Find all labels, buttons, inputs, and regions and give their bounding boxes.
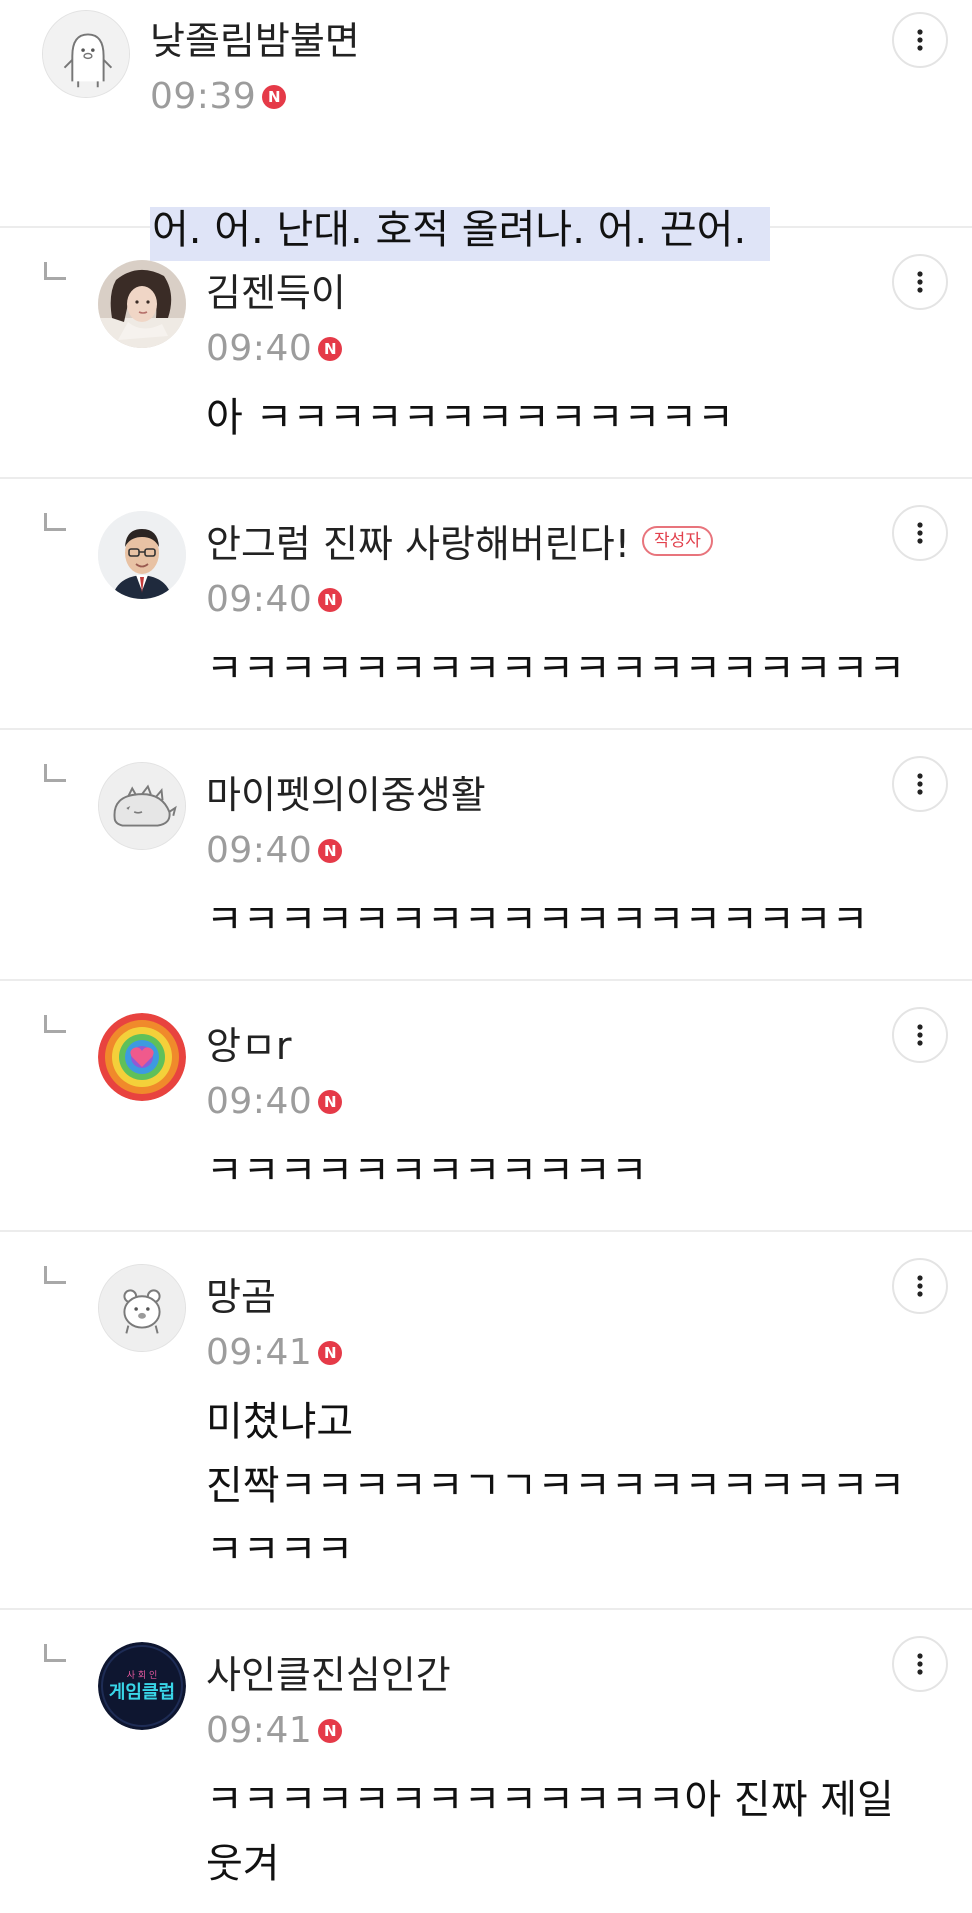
woman-photo-avatar[interactable] (98, 260, 186, 348)
comment-body: ㅋㅋㅋㅋㅋㅋㅋㅋㅋㅋㅋㅋㅋㅋㅋㅋㅋㅋㅋ (206, 646, 906, 692)
author-name[interactable]: 사인클진심인간 (206, 1652, 451, 1698)
timestamp: 09:41 (206, 1710, 313, 1751)
vertical-dots-icon (917, 522, 923, 544)
author-badge: 작성자 (641, 526, 713, 556)
vertical-dots-icon (917, 1653, 923, 1675)
penguin-doodle-icon[interactable] (42, 10, 130, 98)
more-options-button[interactable] (892, 1636, 948, 1692)
reply-arrow-icon (44, 1266, 66, 1284)
reply-comment: 사 회 인 게임클럽 사인클진심인간 09:41 N ㅋㅋㅋㅋㅋㅋㅋㅋㅋㅋㅋㅋㅋ… (0, 1610, 972, 1913)
vertical-dots-icon (917, 1275, 923, 1297)
timestamp: 09:41 (206, 1332, 313, 1373)
comment-body: ㅋㅋㅋㅋㅋㅋㅋㅋㅋㅋㅋㅋ (206, 1148, 648, 1194)
new-badge: N (318, 1341, 343, 1365)
comment-list: 낮졸림밤불면 09:39 N 어. 어. 난대. 호적 올려나. 어. 끈어. (0, 0, 972, 1913)
timestamp: 09:40 (206, 1081, 313, 1122)
reply-arrow-icon (44, 262, 66, 280)
vertical-dots-icon (917, 773, 923, 795)
comment: 낮졸림밤불면 09:39 N 어. 어. 난대. 호적 올려나. 어. 끈어. (0, 0, 972, 261)
rainbow-heart-icon[interactable] (98, 1013, 186, 1101)
reply-arrow-icon (44, 1015, 66, 1033)
more-options-button[interactable] (892, 12, 948, 68)
new-badge: N (262, 85, 287, 109)
author-name[interactable]: 망곰 (206, 1274, 276, 1320)
reply-arrow-icon (44, 513, 66, 531)
more-options-button[interactable] (892, 1007, 948, 1063)
vertical-dots-icon (917, 29, 923, 51)
timestamp: 09:40 (206, 579, 313, 620)
new-badge: N (318, 588, 343, 612)
comment-body: ㅋㅋㅋㅋㅋㅋㅋㅋㅋㅋㅋㅋㅋㅋㅋㅋㅋㅋ (206, 897, 869, 943)
svg-text:게임클럽: 게임클럽 (109, 1682, 175, 1703)
bear-doodle-icon[interactable] (98, 1264, 186, 1352)
new-badge: N (318, 1719, 343, 1743)
man-glasses-photo-avatar[interactable] (98, 511, 186, 599)
vertical-dots-icon (917, 271, 923, 293)
new-badge: N (318, 839, 343, 863)
more-options-button[interactable] (892, 1258, 948, 1314)
reply-comment: 김젠득이 09:40 N 아 ㅋㅋㅋㅋㅋㅋㅋㅋㅋㅋㅋㅋㅋ (0, 228, 972, 479)
reply-comment: 마이펫의이중생활 09:40 N ㅋㅋㅋㅋㅋㅋㅋㅋㅋㅋㅋㅋㅋㅋㅋㅋㅋㅋ (0, 730, 972, 981)
timestamp: 09:39 (150, 76, 257, 117)
author-name[interactable]: 마이펫의이중생활 (206, 772, 486, 818)
reply-arrow-icon (44, 764, 66, 782)
author-name[interactable]: 안그럼 진짜 사랑해버린다! (206, 521, 630, 567)
timestamp: 09:40 (206, 830, 313, 871)
reply-arrow-icon (44, 1644, 66, 1662)
author-name[interactable]: 낮졸림밤불면 (150, 18, 360, 64)
more-options-button[interactable] (892, 254, 948, 310)
hedgehog-doodle-icon[interactable] (98, 762, 186, 850)
comment-body: 아 ㅋㅋㅋㅋㅋㅋㅋㅋㅋㅋㅋㅋㅋ (206, 395, 734, 441)
timestamp: 09:40 (206, 328, 313, 369)
comment-body: 미쳤냐고 진짝ㅋㅋㅋㅋㅋㄱㄱㅋㅋㅋㅋㅋㅋㅋㅋㅋㅋ ㅋㅋㅋㅋ (206, 1399, 906, 1573)
game-club-logo-icon[interactable]: 사 회 인 게임클럽 (98, 1642, 186, 1730)
reply-comment: 망곰 09:41 N 미쳤냐고 진짝ㅋㅋㅋㅋㅋㄱㄱㅋㅋㅋㅋㅋㅋㅋㅋㅋㅋ ㅋㅋㅋㅋ (0, 1232, 972, 1610)
new-badge: N (318, 1090, 343, 1114)
new-badge: N (318, 337, 343, 361)
reply-comment: 앙ㅁr 09:40 N ㅋㅋㅋㅋㅋㅋㅋㅋㅋㅋㅋㅋ (0, 981, 972, 1232)
more-options-button[interactable] (892, 756, 948, 812)
reply-comment: 안그럼 진짜 사랑해버린다! 작성자 09:40 N ㅋㅋㅋㅋㅋㅋㅋㅋㅋㅋㅋㅋㅋ… (0, 479, 972, 730)
author-name[interactable]: 앙ㅁr (206, 1023, 292, 1069)
more-options-button[interactable] (892, 505, 948, 561)
author-name[interactable]: 김젠득이 (206, 270, 346, 316)
comment-body: ㅋㅋㅋㅋㅋㅋㅋㅋㅋㅋㅋㅋㅋ아 진짜 제일 웃겨 (206, 1777, 894, 1887)
svg-text:사 회 인: 사 회 인 (127, 1670, 158, 1681)
vertical-dots-icon (917, 1024, 923, 1046)
